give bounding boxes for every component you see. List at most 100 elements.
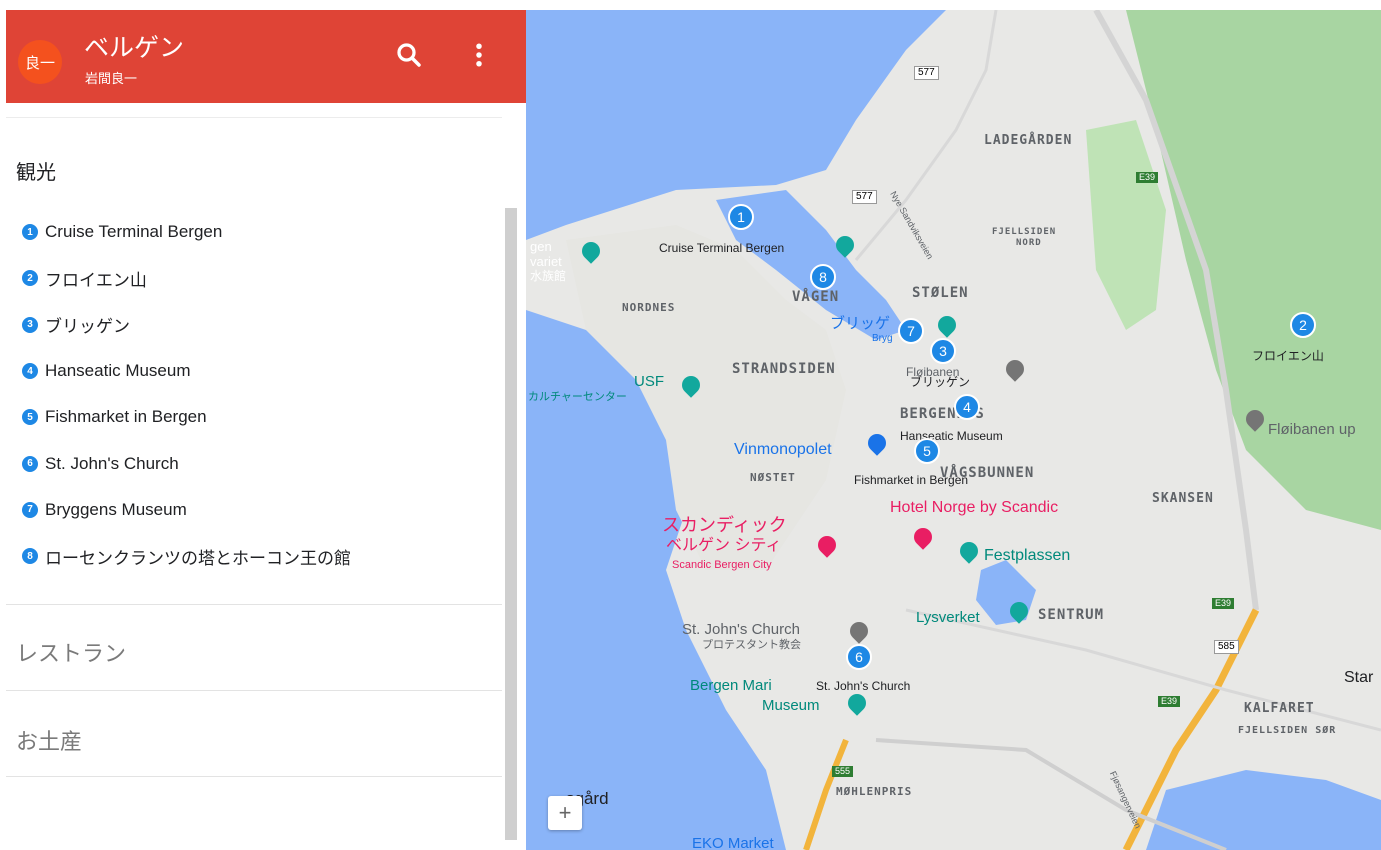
map-marker[interactable]: 5 [914, 438, 940, 464]
page-subtitle: 岩間良一 [85, 71, 138, 86]
poi-label: variet [530, 254, 562, 269]
place-number-badge: 8 [22, 548, 38, 565]
district-label: FJELLSIDEN [992, 227, 1057, 237]
place-name: フロイエン山 [45, 270, 147, 290]
divider [6, 604, 502, 605]
poi-label: カルチャーセンター [528, 391, 627, 403]
district-label: VÅGEN [792, 289, 840, 305]
place-name: Cruise Terminal Bergen [45, 222, 223, 242]
district-label: NØSTET [750, 471, 796, 484]
place-number-badge: 2 [22, 270, 38, 287]
more-vert-icon[interactable] [464, 38, 494, 72]
poi-label: gen [530, 239, 552, 254]
place-name: Bryggens Museum [45, 499, 187, 519]
map-marker[interactable]: 4 [954, 394, 980, 420]
place-list: 1 Cruise Terminal Bergen 2 フロイエン山 3 ブリッゲン 4… [22, 209, 351, 579]
place-name: ローセンクランツの塔とホーコン王の館 [45, 548, 351, 568]
place-name: ブリッゲン [45, 317, 130, 337]
place-number-badge: 1 [22, 224, 38, 241]
district-label: FJELLSIDEN SØR [1238, 725, 1337, 736]
road-shield: 577 [914, 66, 939, 80]
place-number-badge: 5 [22, 409, 38, 426]
list-item[interactable]: 1 Cruise Terminal Bergen [22, 209, 351, 255]
marker-label: Fishmarket in Bergen [854, 473, 969, 487]
list-item[interactable]: 5 Fishmarket in Bergen [22, 394, 351, 440]
place-number-badge: 4 [22, 363, 38, 380]
poi-label: スカンディック [662, 515, 787, 535]
road-shield: E39 [1136, 172, 1159, 183]
sidebar: 良一 ベルゲン 岩間良一 観光 1 Cruise Terminal Bergen … [6, 10, 526, 850]
list-item[interactable]: 3 ブリッゲン [22, 302, 351, 348]
place-number-badge: 7 [22, 501, 38, 518]
map-park [1086, 120, 1166, 330]
poi-label: Bergen Mari [690, 677, 772, 694]
district-label: NORDNES [622, 301, 676, 314]
list-item[interactable]: 4 Hanseatic Museum [22, 348, 351, 394]
poi-label: ブリッゲ [830, 315, 891, 332]
poi-label: Scandic Bergen City [672, 559, 772, 571]
avatar[interactable]: 良一 [18, 40, 62, 84]
section-title-sightseeing[interactable]: 観光 [16, 156, 56, 185]
section-title-restaurants[interactable]: レストラン [16, 636, 126, 668]
marker-label: St. John's Church [816, 679, 911, 693]
map-marker[interactable]: 7 [898, 318, 924, 344]
district-label: STRANDSIDEN [732, 361, 836, 377]
section-title-souvenirs[interactable]: お土産 [16, 724, 82, 756]
marker-label: フロイエン山 [1252, 349, 1324, 363]
district-label: LADEGÅRDEN [984, 133, 1073, 148]
district-label: SENTRUM [1038, 607, 1105, 623]
poi-label: EKO Market [692, 835, 774, 850]
road-shield: 585 [1214, 640, 1239, 654]
poi-label: プロテスタント教会 [702, 639, 801, 651]
road-shield: E39 [1158, 696, 1181, 707]
poi-label: USF [634, 373, 664, 390]
app-header: 良一 ベルゲン 岩間良一 [6, 10, 526, 103]
map[interactable]: LADEGÅRDEN FJELLSIDEN NORD NORDNES VÅGEN… [526, 10, 1381, 850]
map-marker[interactable]: 6 [846, 644, 872, 670]
search-icon[interactable] [394, 38, 424, 72]
list-item[interactable]: 8 ローセンクランツの塔とホーコン王の館 [22, 533, 351, 579]
poi-label: Festplassen [984, 547, 1071, 564]
map-marker[interactable]: 8 [810, 264, 836, 290]
road-shield: 555 [832, 766, 854, 777]
map-marker[interactable]: 3 [930, 338, 956, 364]
poi-label: ベルゲン シティ [666, 537, 782, 554]
place-number-badge: 6 [22, 455, 38, 472]
poi-label: Museum [762, 697, 820, 714]
poi-label: Fløibanen up [1268, 421, 1356, 438]
district-label: SKANSEN [1152, 491, 1214, 506]
district-label: KALFARET [1244, 701, 1315, 716]
list-item[interactable]: 6 St. John's Church [22, 440, 351, 486]
district-label: NORD [1016, 238, 1042, 248]
district-label: MØHLENPRIS [836, 785, 913, 798]
poi-label: 水族館 [530, 269, 567, 283]
poi-label: Hotel Norge by Scandic [890, 499, 1059, 516]
map-marker[interactable]: 1 [728, 204, 754, 230]
map-park [1126, 10, 1381, 530]
poi-label: Bryg [872, 333, 893, 344]
divider [6, 776, 502, 777]
place-name: Hanseatic Museum [45, 361, 191, 381]
list-item[interactable]: 7 Bryggens Museum [22, 487, 351, 533]
sidebar-scrollbar[interactable] [505, 208, 517, 840]
zoom-in-button[interactable]: + [548, 796, 582, 830]
place-number-badge: 3 [22, 316, 38, 333]
road-shield: 577 [852, 190, 877, 204]
poi-label: Vinmonopolet [734, 441, 832, 458]
marker-label: Cruise Terminal Bergen [659, 241, 785, 255]
place-name: St. John's Church [45, 453, 179, 473]
poi-label: Star [1344, 669, 1374, 686]
map-marker[interactable]: 2 [1290, 312, 1316, 338]
place-name: Fishmarket in Bergen [45, 407, 207, 427]
marker-label: ブリッゲン [910, 375, 971, 389]
poi-label: Lysverket [916, 609, 980, 626]
page-title: ベルゲン [84, 34, 185, 62]
divider [6, 690, 502, 691]
poi-label: St. John's Church [682, 621, 800, 638]
divider [6, 117, 502, 118]
road-shield: E39 [1212, 598, 1235, 609]
list-item[interactable]: 2 フロイエン山 [22, 255, 351, 301]
marker-label: Hanseatic Museum [900, 429, 1003, 443]
district-label: STØLEN [912, 285, 969, 301]
map-water [1146, 770, 1381, 850]
